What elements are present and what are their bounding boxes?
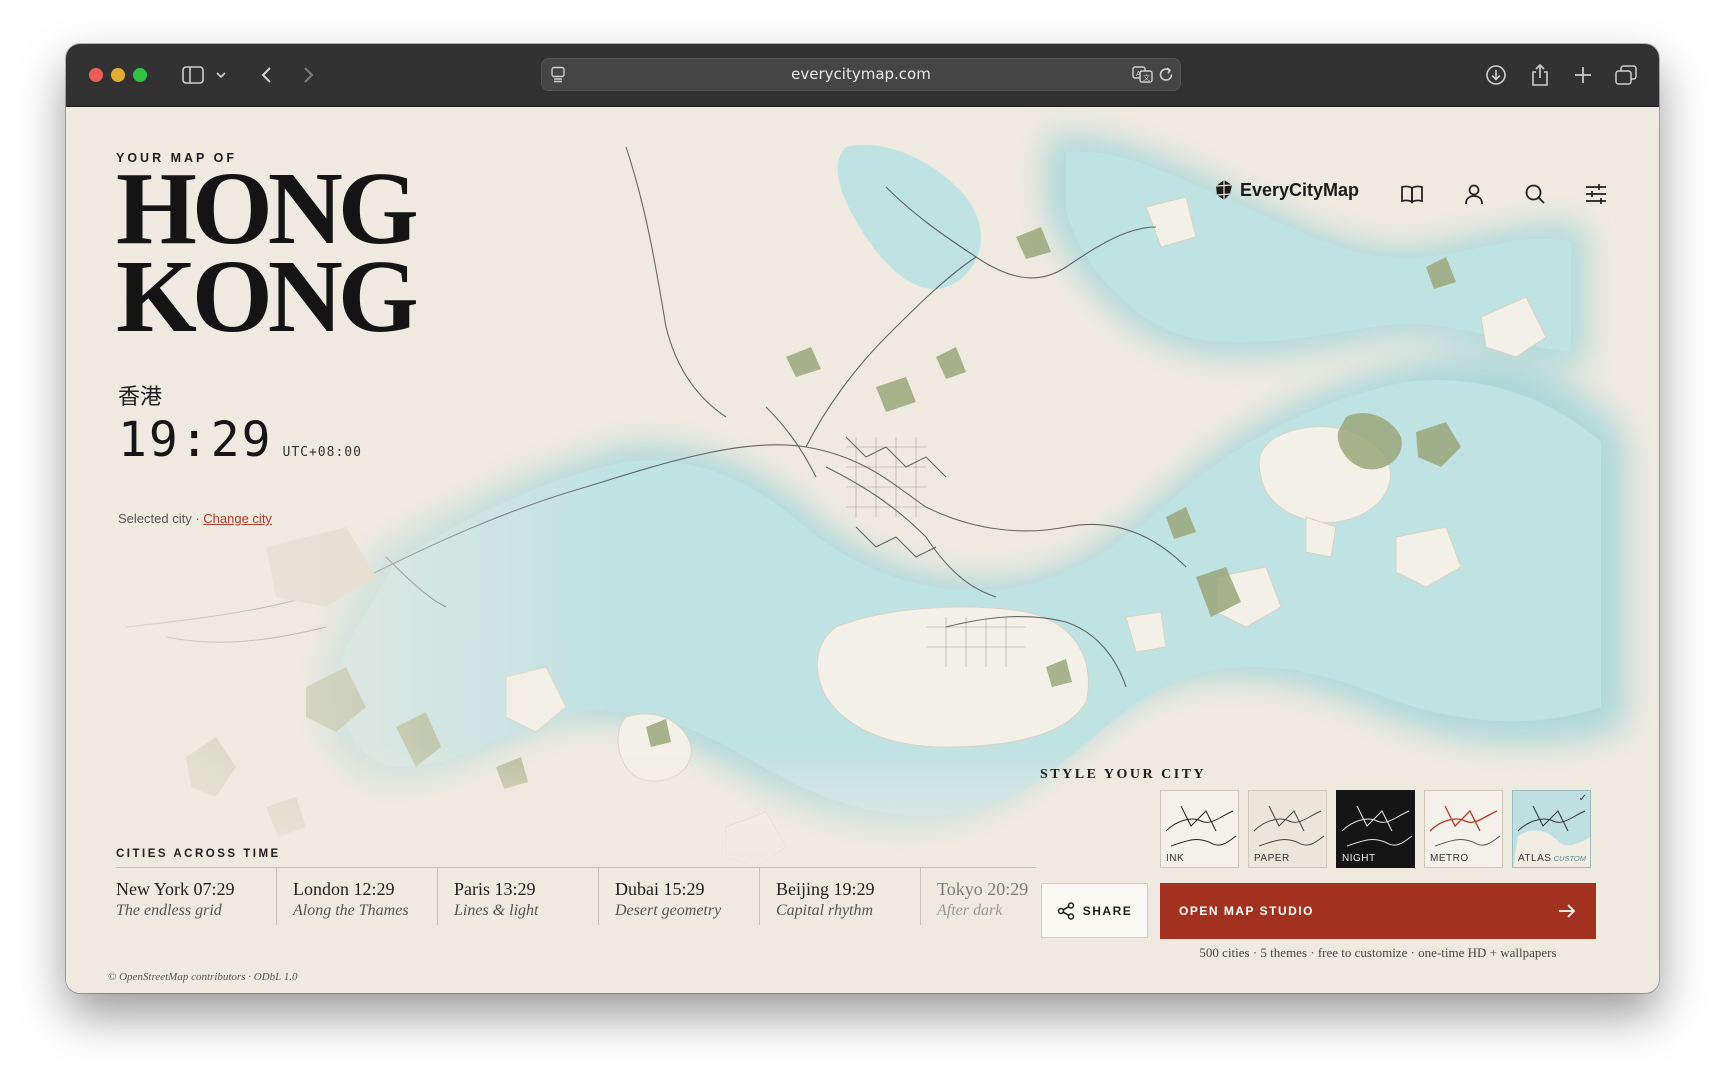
theme-ink-label: INK (1166, 853, 1185, 864)
city-time-label: New York 07:29 (116, 879, 235, 899)
theme-atlas-label: ATLAS (1518, 853, 1552, 864)
brand-logo[interactable]: EveryCityMap (1214, 179, 1359, 201)
city-tagline: The endless grid (116, 902, 222, 919)
city-title-line-2: KONG (116, 239, 419, 354)
city-tagline: Desert geometry (615, 902, 722, 919)
theme-night[interactable]: NIGHT (1336, 790, 1415, 868)
change-city-link[interactable]: Change city (203, 511, 272, 526)
browser-window: everycitymap.com A文 YOUR MAP OF HONG KON… (66, 44, 1659, 993)
theme-paper-label: PAPER (1254, 853, 1290, 864)
brand-name: EveryCityMap (1240, 179, 1360, 200)
theme-ink[interactable]: INK (1160, 790, 1239, 868)
selected-city-line: Selected city · Change city (118, 511, 272, 526)
download-icon[interactable] (1483, 61, 1509, 89)
theme-atlas[interactable]: ✓ ATLAS CUSTOM (1512, 790, 1591, 868)
theme-paper[interactable]: PAPER (1248, 790, 1327, 868)
city-tagline: Lines & light (454, 902, 539, 919)
theme-atlas-sub: CUSTOM (1553, 854, 1586, 863)
clock-time: 19:29 (118, 412, 273, 468)
minimize-window-button[interactable] (111, 68, 125, 82)
forward-icon[interactable] (299, 61, 319, 89)
city-native-name: 香港 (118, 385, 163, 410)
maximize-window-button[interactable] (133, 68, 147, 82)
url-text[interactable]: everycitymap.com (541, 58, 1181, 91)
map-attribution: © OpenStreetMap contributors · ODbL 1.0 (108, 971, 298, 983)
brand-mark-icon (1215, 180, 1233, 200)
theme-night-label: NIGHT (1342, 853, 1376, 864)
city-time-label: Beijing 19:29 (776, 879, 875, 899)
city-title: HONG KONG (116, 157, 419, 354)
studio-note: 500 cities · 5 themes · free to customiz… (1199, 945, 1557, 960)
theme-metro[interactable]: METRO (1424, 790, 1503, 868)
share-button-label: SHARE (1082, 903, 1133, 918)
tabs-overview-icon[interactable] (1613, 61, 1639, 89)
city-time-label: Paris 13:29 (454, 879, 536, 899)
theme-metro-label: METRO (1430, 853, 1469, 864)
style-heading: STYLE YOUR CITY (1040, 767, 1207, 782)
city-tagline: Capital rhythm (776, 902, 874, 919)
open-map-studio-label: OPEN MAP STUDIO (1179, 904, 1314, 918)
city-time-label: London 12:29 (293, 879, 395, 899)
reload-icon[interactable] (1158, 66, 1175, 83)
selected-check-icon: ✓ (1578, 793, 1587, 804)
cities-across-time-list: New York 07:29 The endless grid London 1… (116, 867, 1082, 925)
translate-icon[interactable]: A文 (1132, 66, 1154, 83)
browser-toolbar: everycitymap.com A文 (66, 44, 1659, 107)
address-bar[interactable]: everycitymap.com A文 (541, 58, 1181, 91)
cities-across-time-heading: CITIES ACROSS TIME (116, 848, 281, 860)
open-map-studio-button[interactable]: OPEN MAP STUDIO (1160, 883, 1596, 939)
sliders-icon[interactable] (1581, 179, 1611, 209)
city-tagline: After dark (937, 902, 1003, 919)
city-time-label: Dubai 15:29 (615, 879, 705, 899)
book-icon[interactable] (1397, 179, 1427, 209)
city-time-label: Tokyo 20:29 (937, 879, 1029, 899)
share-icon[interactable] (1527, 61, 1553, 89)
city-time-beijing[interactable]: Beijing 19:29 Capital rhythm (760, 867, 921, 925)
city-time-london[interactable]: London 12:29 Along the Thames (277, 867, 438, 925)
svg-text:A: A (1136, 70, 1141, 78)
city-tagline: Along the Thames (293, 902, 409, 919)
back-icon[interactable] (256, 61, 276, 89)
close-window-button[interactable] (89, 68, 103, 82)
local-clock: 19:29 UTC+08:00 (118, 412, 362, 468)
city-time-dubai[interactable]: Dubai 15:29 Desert geometry (599, 867, 760, 925)
new-tab-icon[interactable] (1570, 61, 1596, 89)
city-time-new-york[interactable]: New York 07:29 The endless grid (116, 867, 277, 925)
clock-timezone: UTC+08:00 (282, 445, 362, 460)
arrow-right-icon (1559, 904, 1576, 918)
sidebar-toggle-icon[interactable] (180, 61, 206, 89)
page-content: YOUR MAP OF HONG KONG 香港 19:29 UTC+08:00… (66, 107, 1659, 993)
theme-picker: INK PAPER NIGHT METRO ✓ ATLAS CUSTOM (1160, 790, 1591, 868)
city-time-tokyo[interactable]: Tokyo 20:29 After dark (921, 867, 1082, 925)
chevron-down-icon[interactable] (214, 61, 228, 89)
selected-city-label: Selected city · (118, 511, 200, 526)
user-icon[interactable] (1459, 179, 1489, 209)
svg-text:文: 文 (1143, 73, 1150, 82)
search-icon[interactable] (1520, 179, 1550, 209)
city-time-paris[interactable]: Paris 13:29 Lines & light (438, 867, 599, 925)
